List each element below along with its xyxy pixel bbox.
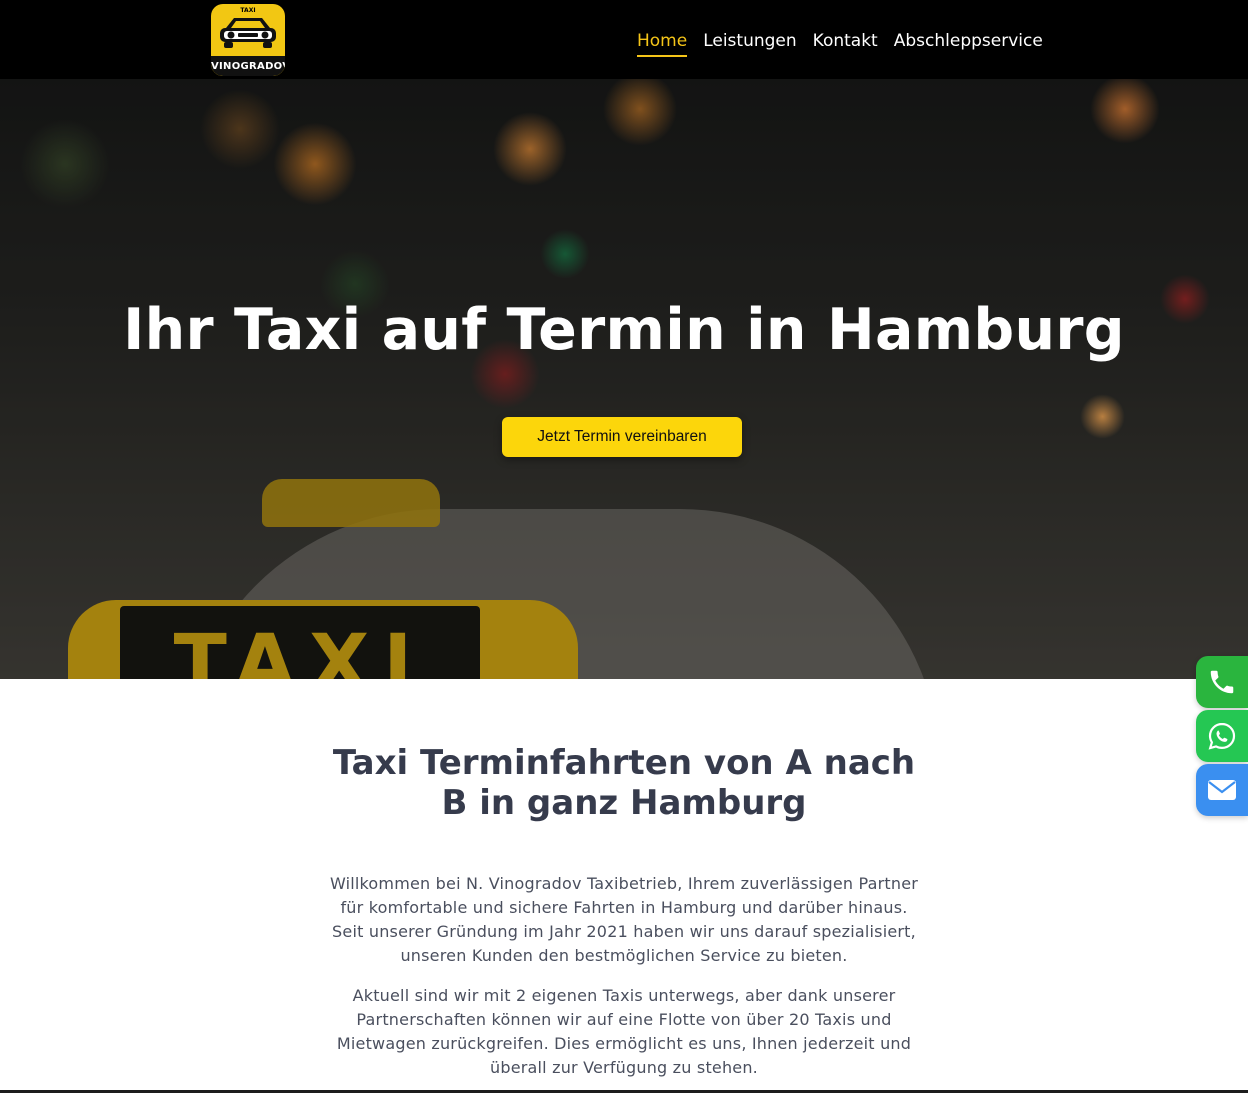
whatsapp-contact-button[interactable] — [1196, 710, 1248, 762]
phone-contact-button[interactable] — [1196, 656, 1248, 708]
logo-name: VINOGRADOV — [211, 61, 285, 72]
book-appointment-button[interactable]: Jetzt Termin vereinbaren — [502, 417, 742, 457]
hero-section: TAXI Ihr Taxi auf Termin in Hamburg Jetz… — [0, 79, 1248, 679]
mail-icon — [1208, 780, 1236, 800]
intro-paragraph-2: Aktuell sind wir mit 2 eigenen Taxis unt… — [336, 986, 912, 1077]
phone-icon — [1210, 670, 1234, 694]
nav-link-home[interactable]: Home — [637, 29, 688, 57]
intro-paragraph-1: Willkommen bei N. Vinogradov Taxibetrieb… — [329, 874, 919, 965]
car-icon — [220, 18, 276, 48]
logo-small-text: TAXI — [240, 7, 256, 14]
nav-link-leistungen[interactable]: Leistungen — [703, 29, 796, 51]
main-nav: Home Leistungen Kontakt Abschleppservice — [637, 0, 1059, 79]
navbar: TAXI VINOGRADOV Home Leistungen Kontakt … — [0, 0, 1248, 79]
whatsapp-icon — [1208, 722, 1236, 750]
nav-link-kontakt[interactable]: Kontakt — [813, 29, 878, 51]
email-contact-button[interactable] — [1196, 764, 1248, 816]
hero-title: Ihr Taxi auf Termin in Hamburg — [123, 297, 1125, 363]
nav-link-abschleppservice[interactable]: Abschleppservice — [894, 29, 1043, 51]
brand-logo[interactable]: TAXI VINOGRADOV — [211, 4, 285, 76]
intro-title: Taxi Terminfahrten von A nach B in ganz … — [332, 743, 916, 823]
